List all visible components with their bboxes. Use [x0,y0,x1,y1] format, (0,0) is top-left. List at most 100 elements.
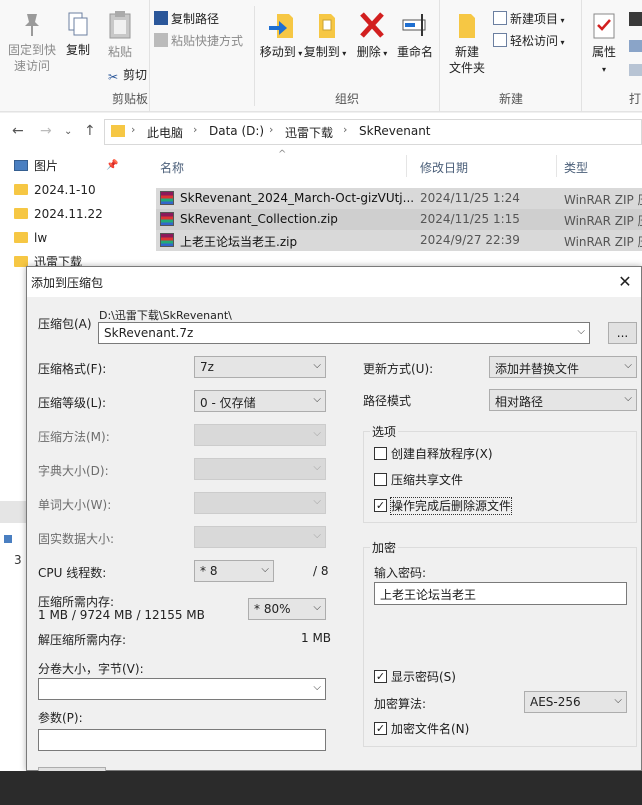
new-folder-label-2: 文件夹 [448,61,485,75]
solid-block-select[interactable]: ⌵ [194,526,326,548]
breadcrumb-separator-icon[interactable]: › [131,123,135,136]
chevron-down-icon[interactable]: ⌵ [313,682,321,693]
encryption-method-select[interactable]: AES-256 ⌵ [524,691,627,713]
copy-to-icon [319,14,335,38]
up-button[interactable]: ↑ [84,123,96,139]
file-row[interactable]: SkRevenant_Collection.zip 2024/11/25 1:1… [156,209,642,230]
browse-button[interactable]: ... [608,322,637,344]
clipboard-icon [109,11,131,39]
memory-detail: 1 MB / 9724 MB / 12155 MB [38,608,205,622]
archive-path: D:\迅雷下载\SkRevenant\ [99,309,232,322]
breadcrumb-separator-icon[interactable]: › [193,123,197,136]
password-input[interactable]: 上老王论坛当老王 [374,582,627,605]
memory-percent-value: * 80% [254,602,291,616]
breadcrumb-this-pc[interactable]: 此电脑 [147,124,183,141]
word-size-select[interactable]: ⌵ [194,492,326,514]
folder-icon [14,232,28,243]
split-volume-combo[interactable]: ⌵ [38,678,326,700]
new-item-button[interactable]: 新建项目 ▾ [493,10,565,28]
nav-item-folder[interactable]: lw [14,227,48,249]
easy-access-label: 轻松访问 [510,34,559,48]
close-icon[interactable]: ✕ [611,269,639,295]
add-to-archive-dialog: 添加到压缩包 ✕ 压缩包(A) D:\迅雷下载\SkRevenant\ SkRe… [26,266,642,773]
new-folder-label-1: 新建 [454,45,479,59]
chevron-down-icon[interactable]: ⌵ [577,326,585,337]
copy-path-button[interactable]: 复制路径 [154,10,219,28]
column-header-type[interactable]: 类型 [564,159,588,176]
rename-button[interactable]: 重命名 [393,10,437,60]
format-value: 7z [200,360,214,374]
copy-to-button[interactable]: 复制到 ▾ [303,10,347,62]
nav-item-label: lw [34,231,48,245]
column-divider[interactable] [406,155,407,177]
nav-item-folder[interactable]: 2024.11.22 [14,203,103,225]
paste-button[interactable]: 粘贴 [100,10,140,60]
breadcrumb-data-drive[interactable]: Data (D:) [209,124,264,138]
file-type: WinRAR ZIP 压 [564,214,642,228]
parameters-input[interactable] [38,729,326,751]
checkbox-label: 加密文件名(N) [391,722,470,736]
breadcrumb-separator-icon[interactable]: › [343,123,347,136]
encryption-title: 加密 [370,539,399,556]
cpu-threads-select[interactable]: * 8 ⌵ [194,560,274,582]
nav-item-pictures[interactable]: 图片 [14,155,59,177]
encryption-method-value: AES-256 [530,695,581,709]
new-item-label: 新建项目 [510,12,559,26]
chevron-down-icon: ⌵ [614,695,622,706]
new-folder-button[interactable]: 新建 文件夹 [445,10,489,76]
new-folder-icon [459,14,475,38]
back-button[interactable]: ← [12,123,24,139]
file-row[interactable]: 上老王论坛当老王.zip 2024/9/27 22:39 WinRAR ZIP … [156,230,642,251]
checkbox-box [374,447,387,460]
file-date: 2024/11/25 1:15 [420,212,520,226]
chevron-down-icon: ⌵ [313,602,321,613]
chevron-down-icon: ⌵ [313,394,321,405]
update-mode-select[interactable]: 添加并替换文件 ⌵ [489,356,637,378]
pin-label-line1: 固定到快 [7,43,56,57]
pin-icon[interactable]: 📌 [106,160,118,171]
file-row[interactable]: SkRevenant_2024_March-Oct-gizVUtj... 202… [156,188,642,209]
parameters-label: 参数(P): [38,711,83,725]
copy-button[interactable]: 复制 [62,10,94,58]
column-divider[interactable] [556,155,557,177]
dialog-title-bar[interactable]: 添加到压缩包 ✕ [27,267,641,297]
column-header-date[interactable]: 修改日期 [420,159,468,176]
pin-quick-access-button[interactable]: 固定到快 速访问 [4,10,60,74]
ribbon-group-clipboard: 固定到快 速访问 复制 粘贴 复制路径 粘贴快捷方式 ✂ 剪切 剪贴板 [0,0,243,112]
move-to-button[interactable]: 移动到 ▾ [259,10,303,62]
dictionary-select[interactable]: ⌵ [194,458,326,480]
format-label: 压缩格式(F): [38,362,107,376]
easy-access-button[interactable]: 轻松访问 ▾ [493,32,565,50]
split-volume-label: 分卷大小，字节(V): [38,662,144,676]
breadcrumb-skrevenant[interactable]: SkRevenant [359,124,431,138]
level-select[interactable]: 0 - 仅存储 ⌵ [194,390,326,412]
dialog-title: 添加到压缩包 [31,276,104,290]
delete-button[interactable]: 删除 ▾ [355,10,389,62]
nav-item-folder[interactable]: 2024.1-10 [14,179,96,201]
format-select[interactable]: 7z ⌵ [194,356,326,378]
method-select[interactable]: ⌵ [194,424,326,446]
paste-shortcut-button[interactable]: 粘贴快捷方式 [154,32,243,50]
column-header-name[interactable]: 名称 [160,159,184,176]
decompress-memory-value: 1 MB [301,631,332,645]
path-mode-select[interactable]: 相对路径 ⌵ [489,389,637,411]
breadcrumb-xunlei[interactable]: 迅雷下载 [285,124,333,141]
pin-label-line2: 速访问 [13,59,50,73]
archive-name-combo[interactable]: SkRevenant.7z ⌵ [98,322,590,344]
properties-icon [593,13,615,39]
checkbox-label: 显示密码(S) [391,670,456,684]
cut-button[interactable]: ✂ 剪切 [106,66,147,84]
nav-item-label: 图片 [34,159,59,173]
memory-percent-select[interactable]: * 80% ⌵ [248,598,326,620]
checkbox-label: 创建自释放程序(X) [391,447,493,461]
file-date: 2024/9/27 22:39 [420,233,520,247]
ribbon-group-new: 新建 文件夹 新建项目 ▾ 轻松访问 ▾ 新建 [441,0,582,112]
forward-button[interactable]: → [40,123,52,139]
recent-locations-chevron-icon[interactable]: ⌄ [64,126,72,137]
breadcrumb-separator-icon[interactable]: › [269,123,273,136]
nav-item-label: 2024.1-10 [34,183,96,197]
archive-name-value: SkRevenant.7z [104,326,194,340]
address-box[interactable]: › 此电脑 › Data (D:) › 迅雷下载 › SkRevenant [104,119,642,145]
paste-label: 粘贴 [107,45,132,59]
properties-button[interactable]: 属性 ▾ [587,10,621,78]
